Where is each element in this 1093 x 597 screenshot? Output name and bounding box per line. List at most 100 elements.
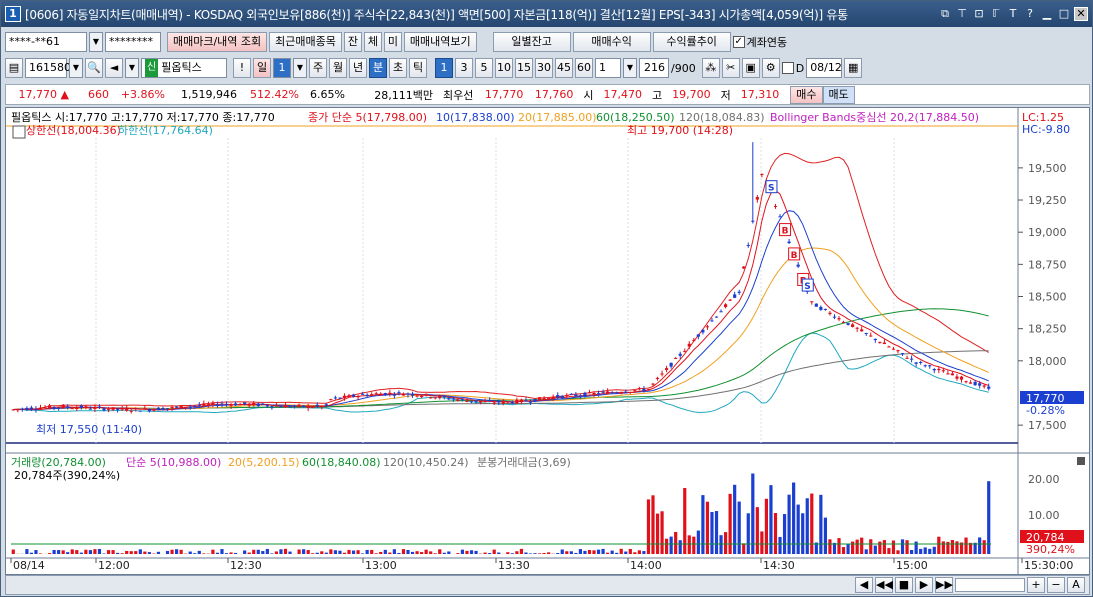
trade-history-button[interactable]: 매매내역보기 bbox=[403, 32, 477, 52]
scroll-back-icon[interactable]: ◀◀ bbox=[875, 577, 893, 593]
balance-button[interactable]: 잔 bbox=[343, 32, 362, 52]
period-minute-tab[interactable]: 분 bbox=[369, 58, 387, 78]
candle-body bbox=[905, 357, 909, 359]
interval-field[interactable]: 1 bbox=[595, 58, 621, 78]
font-icon[interactable]: T bbox=[1006, 7, 1020, 21]
close-icon[interactable]: ✕ bbox=[1074, 7, 1088, 21]
font-size-icon[interactable]: A bbox=[1067, 577, 1085, 593]
indicator-icon[interactable]: ⁂ bbox=[701, 58, 720, 78]
speaker-dropdown-icon[interactable]: ▼ bbox=[125, 58, 139, 78]
volume-bar bbox=[347, 549, 351, 554]
ma120-legend: 120(18,084.83) bbox=[679, 111, 765, 124]
scroll-start-icon[interactable]: ◀ bbox=[855, 577, 873, 593]
panel-toggle-icon[interactable] bbox=[1077, 457, 1085, 465]
price-volume-chart[interactable]: SBBBS 필옵틱스 시:17,770 고:17,770 저:17,770 종:… bbox=[6, 108, 1089, 574]
window-icon[interactable]: ⊡ bbox=[972, 7, 986, 21]
pin-icon[interactable]: ⊤ bbox=[955, 7, 969, 21]
alert-icon[interactable]: ! bbox=[233, 58, 251, 78]
minute-15-button[interactable]: 15 bbox=[515, 58, 533, 78]
trade-profit-button[interactable]: 매매수익 bbox=[572, 32, 651, 52]
help-icon[interactable]: ? bbox=[1023, 7, 1037, 21]
search-icon[interactable]: 🔍 bbox=[85, 58, 103, 78]
candle-body bbox=[279, 406, 283, 408]
scroll-end-icon[interactable]: ▶▶ bbox=[935, 577, 953, 593]
chart-panel[interactable]: SBBBS 필옵틱스 시:17,770 고:17,770 저:17,770 종:… bbox=[5, 107, 1090, 575]
low-label: 저 bbox=[720, 88, 731, 102]
link-icon[interactable]: ⧉ bbox=[938, 7, 952, 21]
unexecuted-button[interactable]: 미 bbox=[383, 32, 402, 52]
minute-45-button[interactable]: 45 bbox=[555, 58, 573, 78]
volume-bar bbox=[469, 550, 474, 554]
daily-balance-button[interactable]: 일별잔고 bbox=[492, 32, 571, 52]
period-tick-tab[interactable]: 틱 bbox=[409, 58, 427, 78]
minute-3-button[interactable]: 3 bbox=[455, 58, 473, 78]
play-icon[interactable]: ▶ bbox=[915, 577, 933, 593]
maximize-icon[interactable]: □ bbox=[1057, 7, 1071, 21]
candle-body bbox=[696, 334, 700, 337]
account-dropdown-icon[interactable]: ▼ bbox=[89, 32, 103, 52]
code-dropdown-icon[interactable]: ▼ bbox=[69, 58, 83, 78]
period-year-tab[interactable]: 년 bbox=[349, 58, 367, 78]
volume-bar bbox=[356, 550, 360, 554]
period-day-tab[interactable]: 일 bbox=[253, 58, 271, 78]
x-tick-label: 14:00 bbox=[630, 559, 662, 572]
period-dropdown-icon[interactable]: ▼ bbox=[293, 58, 307, 78]
volume-bar bbox=[202, 553, 206, 554]
candle-body bbox=[855, 327, 859, 329]
candle-body bbox=[188, 406, 192, 408]
stock-code-input[interactable]: 161580 bbox=[25, 58, 71, 78]
candle-body bbox=[900, 353, 905, 355]
interval-dropdown-icon[interactable]: ▼ bbox=[623, 58, 637, 78]
period-week-tab[interactable]: 주 bbox=[309, 58, 327, 78]
period-second-tab[interactable]: 초 bbox=[389, 58, 407, 78]
zoom-out-icon[interactable]: − bbox=[1047, 577, 1065, 593]
volume-bar bbox=[424, 549, 428, 554]
stock-name-field[interactable]: 신 필옵틱스 bbox=[141, 58, 227, 78]
period-month-tab[interactable]: 월 bbox=[329, 58, 347, 78]
speaker-icon[interactable]: ◄ bbox=[105, 58, 123, 78]
volume-bar bbox=[587, 549, 592, 554]
stop-icon[interactable]: ■ bbox=[895, 577, 913, 593]
sell-button[interactable]: 매도 bbox=[822, 85, 855, 104]
y-tick-label: 18,500 bbox=[1028, 291, 1067, 304]
settings-icon[interactable]: ⚙ bbox=[761, 58, 780, 78]
vol-tick-20: 20.00 bbox=[1028, 473, 1060, 486]
count-input[interactable]: 216 bbox=[639, 58, 669, 78]
trade-mark-query-button[interactable]: 매매마크/내역 조회 bbox=[167, 32, 268, 52]
candle-body bbox=[660, 373, 664, 375]
d-checkbox[interactable] bbox=[781, 62, 794, 74]
minute-30-button[interactable]: 30 bbox=[535, 58, 553, 78]
tool-icon[interactable]: ✂ bbox=[721, 58, 740, 78]
zoom-slider[interactable] bbox=[955, 578, 1025, 592]
volume-bar bbox=[982, 540, 986, 554]
candle-body bbox=[47, 405, 52, 409]
password-field[interactable]: ******** bbox=[105, 32, 161, 52]
chart-type-icon[interactable]: ▤ bbox=[5, 58, 23, 78]
volume-bar bbox=[615, 552, 619, 554]
minute-10-button[interactable]: 10 bbox=[495, 58, 513, 78]
period-num-field[interactable]: 1 bbox=[273, 58, 291, 78]
minimize-icon[interactable]: ▁ bbox=[1040, 7, 1054, 21]
zoom-in-icon[interactable]: + bbox=[1027, 577, 1045, 593]
candle-body bbox=[587, 392, 592, 394]
account-link-checkbox[interactable]: ✓ bbox=[732, 36, 745, 48]
buy-button[interactable]: 매수 bbox=[790, 85, 823, 104]
save-icon[interactable]: ▣ bbox=[741, 58, 760, 78]
return-trend-button[interactable]: 수익률추이 bbox=[652, 32, 731, 52]
low-price: 17,310 bbox=[740, 88, 780, 101]
x-tick-label: 13:30 bbox=[498, 559, 530, 572]
chart-settings-icon[interactable] bbox=[12, 125, 26, 139]
calendar-icon[interactable]: ▦ bbox=[844, 58, 863, 78]
minute-1-button[interactable]: 1 bbox=[435, 58, 453, 78]
volume-bar bbox=[628, 549, 632, 554]
minute-60-button[interactable]: 60 bbox=[575, 58, 593, 78]
date-input[interactable]: 08/12 bbox=[806, 58, 843, 78]
volume-bar bbox=[197, 550, 201, 554]
minute-5-button[interactable]: 5 bbox=[475, 58, 493, 78]
account-field[interactable]: ****-**61 bbox=[5, 32, 87, 52]
volume-bar bbox=[882, 540, 886, 554]
executed-button[interactable]: 체 bbox=[363, 32, 382, 52]
recent-trade-items-button[interactable]: 최근매매종목 bbox=[269, 32, 342, 52]
volume-bar bbox=[365, 549, 369, 554]
toolbar-icon[interactable]: ℾ bbox=[989, 7, 1003, 21]
